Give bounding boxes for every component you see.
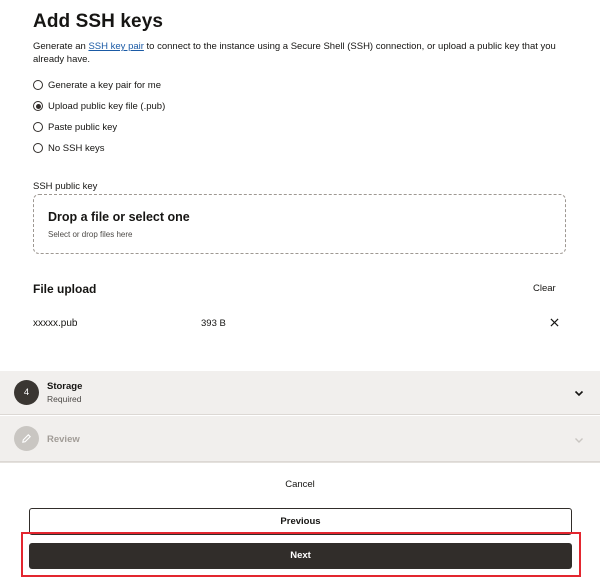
radio-upload-public-key[interactable]: Upload public key file (.pub): [33, 99, 165, 113]
close-icon[interactable]: [550, 315, 559, 330]
section-title: Add SSH keys: [33, 11, 164, 32]
file-dropzone[interactable]: Drop a file or select one Select or drop…: [33, 194, 566, 254]
step-status: Required: [47, 394, 82, 404]
ssh-keys-section: Add SSH keys Generate an SSH key pair to…: [0, 0, 600, 372]
step-review: Review: [0, 416, 600, 462]
dropzone-title: Drop a file or select one: [48, 210, 190, 224]
radio-no-ssh-keys[interactable]: No SSH keys: [33, 141, 105, 155]
radio-label: Paste public key: [48, 121, 118, 133]
previous-button[interactable]: Previous: [29, 508, 572, 535]
clear-button[interactable]: Clear: [533, 283, 556, 294]
radio-button[interactable]: [33, 80, 43, 90]
ssh-public-key-label: SSH public key: [33, 181, 98, 192]
cancel-button[interactable]: Cancel: [200, 475, 400, 495]
ssh-key-pair-link[interactable]: SSH key pair: [88, 41, 143, 52]
uploaded-file-name: xxxxx.pub: [33, 318, 78, 329]
radio-label: Upload public key file (.pub): [48, 100, 166, 112]
file-upload-heading: File upload: [33, 282, 97, 296]
pencil-icon: [14, 426, 39, 451]
uploaded-file-size: 393 B: [201, 318, 226, 329]
step-number-badge: 4: [14, 380, 39, 405]
description-prefix: Generate an: [33, 41, 89, 52]
radio-button[interactable]: [33, 122, 43, 132]
radio-button-selected[interactable]: [33, 101, 43, 111]
chevron-down-icon[interactable]: [573, 387, 585, 399]
step-title: Storage: [47, 381, 83, 392]
radio-button[interactable]: [33, 143, 43, 153]
next-button[interactable]: Next: [29, 543, 572, 569]
step-title: Review: [47, 434, 80, 445]
step-storage[interactable]: 4 Storage Required: [0, 371, 600, 415]
radio-generate-key-pair[interactable]: Generate a key pair for me: [33, 78, 161, 92]
radio-label: No SSH keys: [48, 142, 105, 154]
chevron-down-icon: [575, 438, 583, 443]
radio-label: Generate a key pair for me: [48, 79, 161, 91]
dropzone-subtitle: Select or drop files here: [48, 230, 133, 239]
radio-paste-public-key[interactable]: Paste public key: [33, 120, 117, 134]
section-description: Generate an SSH key pair to connect to t…: [33, 41, 563, 66]
wizard-footer: Cancel Previous Next: [0, 462, 600, 580]
